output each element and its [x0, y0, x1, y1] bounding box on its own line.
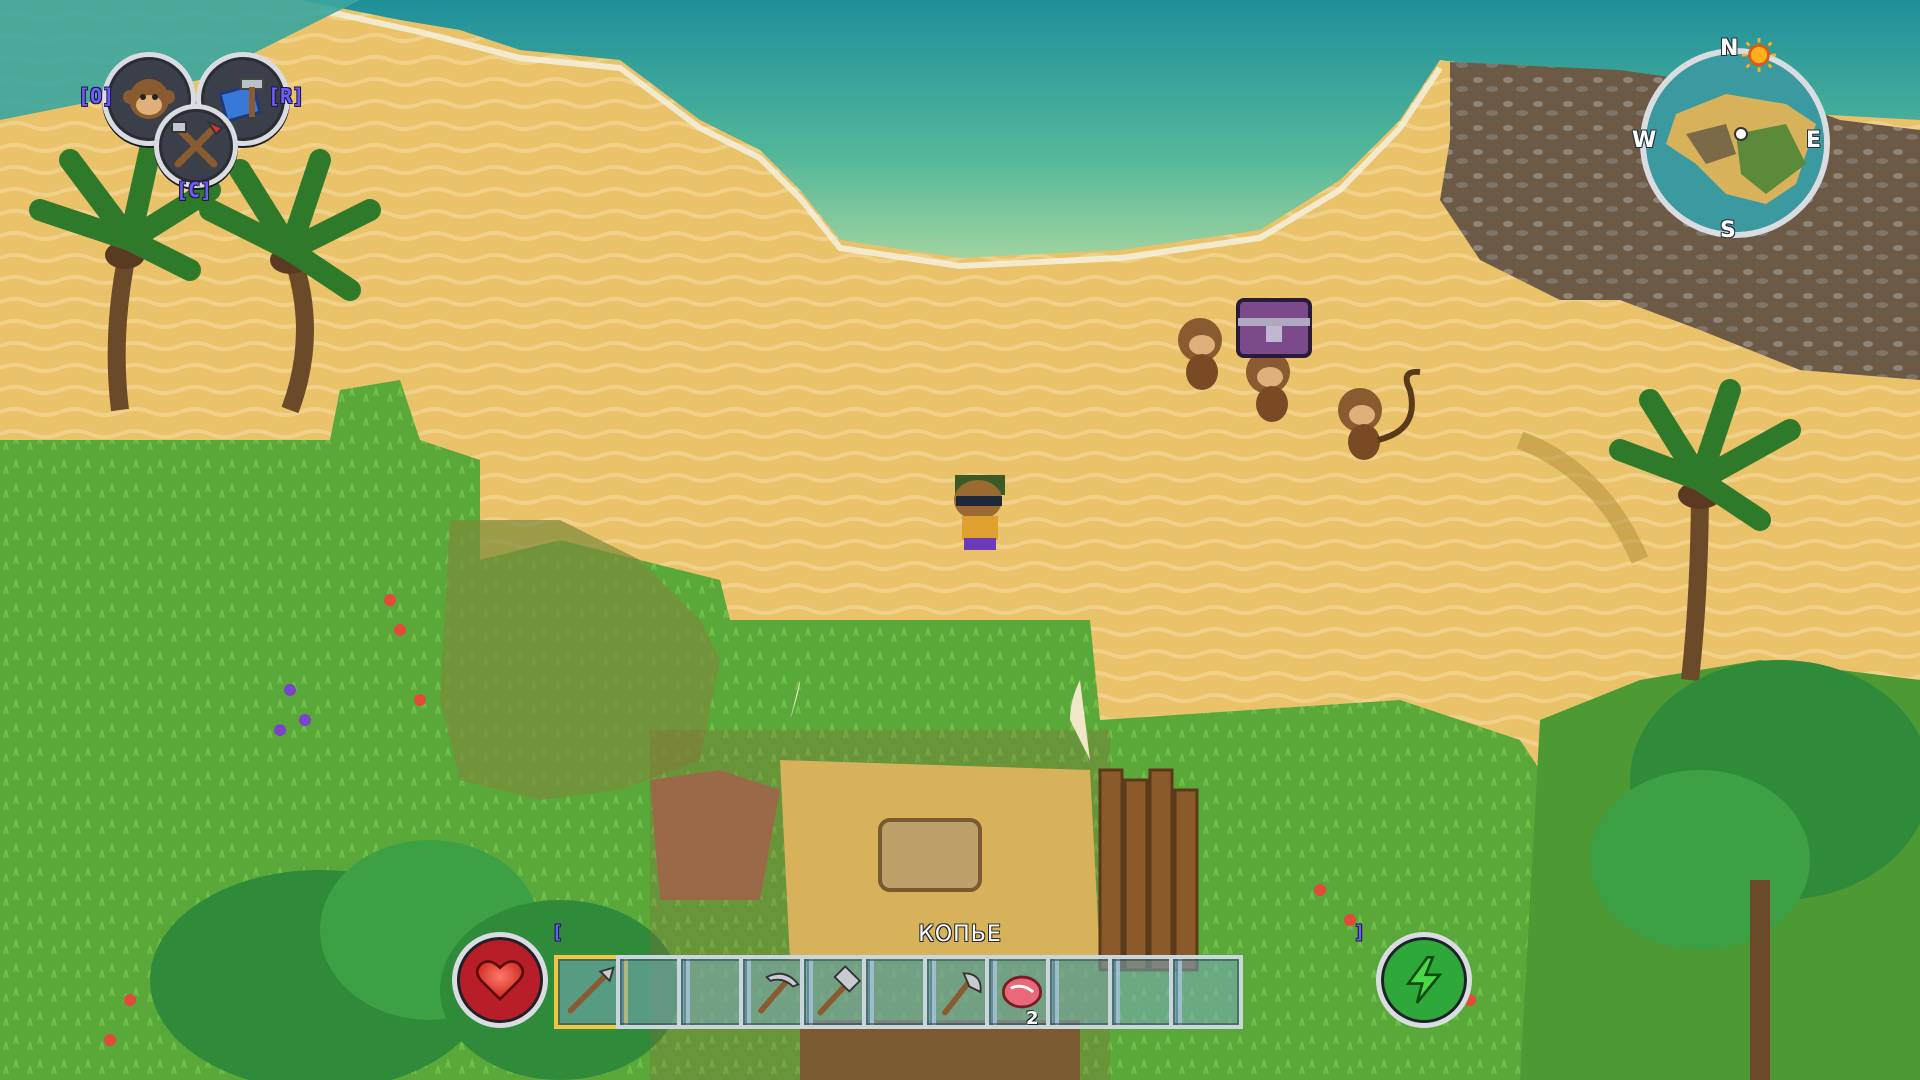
sun-icon: [1741, 37, 1777, 73]
energy-gauge: [1376, 932, 1472, 1028]
hotbar-left-bumper: [: [552, 922, 563, 943]
item-count: 2: [1025, 1008, 1039, 1029]
pickaxe-icon: [757, 972, 800, 1014]
minimap-compass[interactable]: [1640, 48, 1830, 238]
compass-west: W: [1632, 128, 1657, 153]
compass-east: E: [1806, 128, 1822, 153]
heart-icon: [475, 960, 525, 1002]
axe-icon: [942, 972, 982, 1016]
companion-key-hint: [O]: [78, 84, 115, 108]
compass-south: S: [1720, 218, 1736, 243]
hammer-icon: [817, 965, 862, 1016]
hotbar-slot[interactable]: [1169, 955, 1243, 1029]
lightning-icon: [1405, 955, 1443, 1004]
game-world[interactable]: [0, 0, 1920, 1080]
raw-meat-icon: [1001, 975, 1042, 1009]
selected-item-name: КОПЬЕ: [918, 922, 1002, 947]
recipes-key-hint: [R]: [268, 84, 305, 108]
crafting-menu-button[interactable]: [154, 104, 238, 188]
crossed-tools-icon: [171, 119, 224, 168]
hotbar-right-bumper: ]: [1354, 922, 1365, 943]
minimap: [1646, 54, 1824, 232]
health-gauge: [452, 932, 548, 1028]
spear-icon: [567, 966, 615, 1014]
compass-north: N: [1720, 36, 1739, 61]
treasure-chest: [1236, 298, 1312, 358]
crafting-key-hint: [C]: [176, 178, 213, 202]
